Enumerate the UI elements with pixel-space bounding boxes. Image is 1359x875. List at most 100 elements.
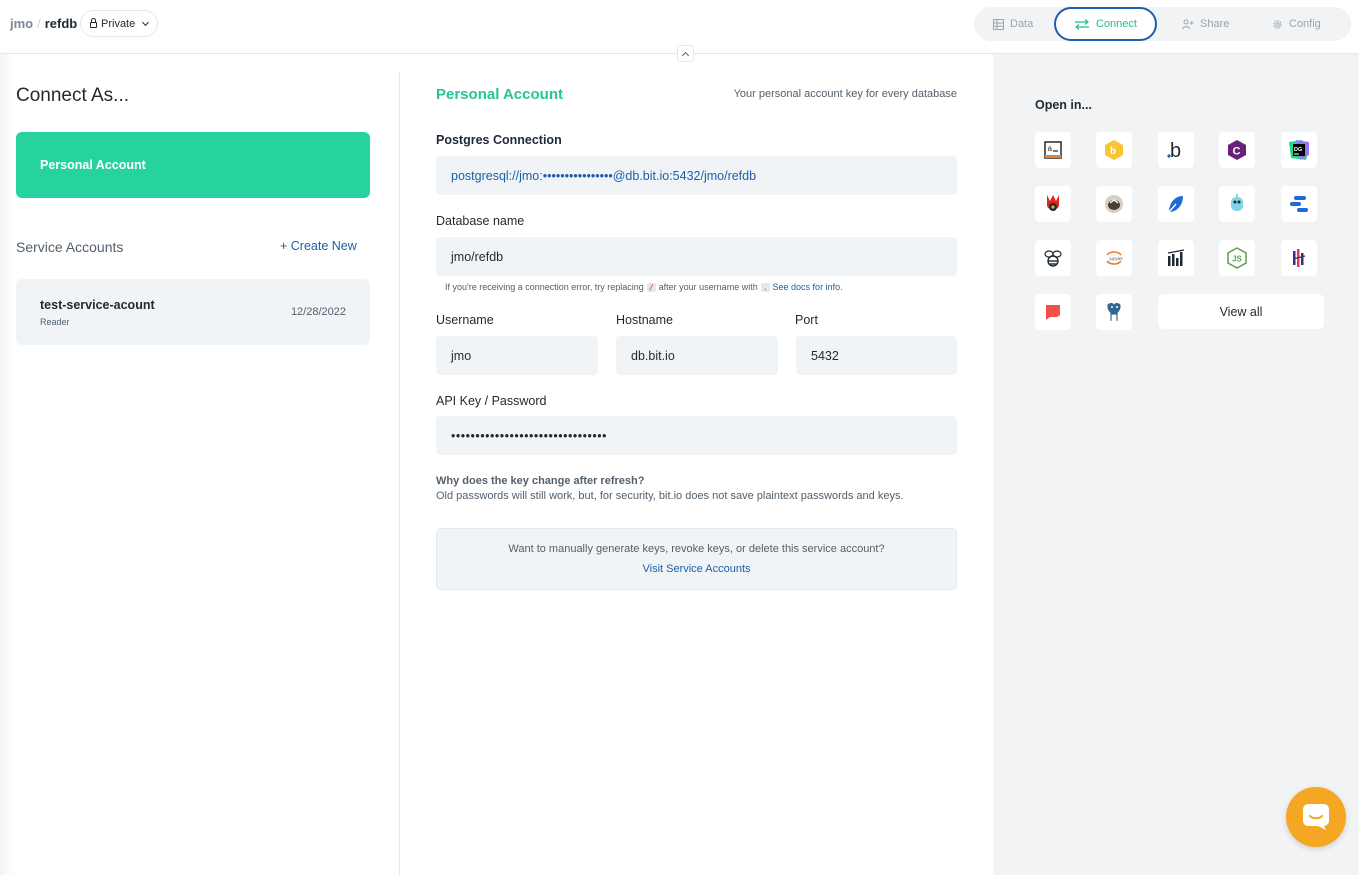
service-account-card[interactable]: test-service-acount Reader 12/28/2022 [16, 279, 370, 345]
tool-nodejs[interactable]: JS [1219, 240, 1255, 276]
port-field[interactable]: 5432 [796, 336, 957, 375]
hint-prefix: If you're receiving a connection error, … [445, 282, 644, 292]
terminal-a-icon: a [1044, 141, 1062, 159]
elephant-robot-icon [1231, 194, 1243, 211]
view-all-button[interactable]: View all [1158, 294, 1324, 329]
service-account-role: Reader [40, 317, 70, 327]
username-field[interactable]: jmo [436, 336, 598, 375]
tool-blue-shape[interactable] [1158, 186, 1194, 222]
hint-middle: after your username with [658, 282, 758, 292]
connect-arrows-icon [1075, 18, 1089, 30]
tool-bar-chart[interactable] [1158, 240, 1194, 276]
svg-text:DG: DG [1294, 147, 1302, 153]
hint-code-dot: . [760, 282, 770, 292]
tool-badger[interactable] [1096, 186, 1132, 222]
breadcrumb-repo[interactable]: refdb [45, 16, 78, 31]
tool-grafana-bars[interactable] [1281, 240, 1317, 276]
blue-shape-icon [1168, 196, 1183, 213]
svg-text:b: b [1110, 146, 1116, 157]
tab-data[interactable]: Data [993, 7, 1033, 41]
tab-share-label: Share [1200, 18, 1230, 30]
gear-icon [1273, 19, 1282, 29]
see-docs-link[interactable]: See docs for info. [773, 282, 843, 292]
database-name-field[interactable]: jmo/refdb [436, 237, 957, 276]
account-subtitle: Your personal account key for every data… [733, 88, 957, 100]
table-icon [993, 18, 1004, 30]
svg-text:C: C [1233, 146, 1241, 158]
personal-account-card[interactable]: Personal Account [16, 132, 370, 198]
api-key-label: API Key / Password [436, 394, 547, 408]
api-key-field[interactable]: •••••••••••••••••••••••••••••••• [436, 416, 957, 455]
share-icon [1182, 19, 1194, 29]
svg-text:b: b [1170, 140, 1181, 161]
chevron-down-icon [142, 18, 150, 26]
svg-text:jupyter: jupyter [1109, 256, 1124, 261]
bumblebee-b-icon: b [1105, 140, 1123, 160]
nodejs-icon: JS [1227, 247, 1247, 269]
personal-account-label: Personal Account [40, 158, 146, 172]
bee-icon [1044, 250, 1062, 267]
jupyter-icon: jupyter [1106, 251, 1124, 265]
datagrip-icon: DG [1289, 140, 1309, 160]
tool-postgres[interactable] [1096, 294, 1132, 330]
postgres-elephant-icon [1106, 302, 1122, 322]
connection-error-hint: If you're receiving a connection error, … [445, 282, 843, 292]
chat-icon [1303, 804, 1329, 830]
tab-data-label: Data [1010, 18, 1034, 30]
tool-bit-io[interactable]: b [1158, 132, 1194, 168]
tool-c-hex[interactable]: C [1219, 132, 1255, 168]
tab-config-label: Config [1289, 18, 1321, 30]
tab-share[interactable]: Share [1182, 7, 1229, 41]
bit-b-icon: b [1167, 140, 1181, 161]
tab-connect[interactable]: Connect [1054, 7, 1157, 41]
service-accounts-heading: Service Accounts [16, 239, 124, 255]
tab-connect-label: Connect [1096, 18, 1137, 30]
hostname-field[interactable]: db.bit.io [616, 336, 778, 375]
svg-text:a: a [1048, 144, 1053, 153]
hostname-label: Hostname [616, 313, 673, 327]
bars-icon [1290, 196, 1308, 212]
key-change-question: Why does the key change after refresh? [436, 475, 645, 487]
speech-bubble-icon [1046, 305, 1060, 320]
hex-hand-icon [1047, 195, 1059, 211]
connect-as-title: Connect As... [16, 85, 130, 106]
open-in-panel: Open in... a b b C DG jupyter JS View al… [993, 54, 1359, 875]
privacy-dropdown[interactable]: Private [80, 10, 159, 37]
open-in-title: Open in... [1035, 98, 1092, 112]
account-title: Personal Account [436, 86, 563, 103]
breadcrumb: jmo / refdb [10, 16, 77, 31]
hint-code-slash: / [646, 282, 656, 292]
service-account-name: test-service-acount [40, 298, 155, 312]
username-label: Username [436, 313, 494, 327]
tool-jupyter[interactable]: jupyter [1096, 240, 1132, 276]
collapse-header-button[interactable] [677, 45, 694, 62]
breadcrumb-owner[interactable]: jmo [10, 16, 33, 31]
tool-bee[interactable] [1035, 240, 1071, 276]
tab-config[interactable]: Config [1272, 7, 1321, 41]
tool-bars[interactable] [1281, 186, 1317, 222]
badger-icon [1105, 195, 1123, 213]
breadcrumb-separator: / [37, 16, 41, 31]
tool-bumblebee[interactable]: b [1096, 132, 1132, 168]
c-hexagon-icon: C [1228, 140, 1246, 160]
svg-text:JS: JS [1232, 255, 1242, 264]
tool-terminal-a[interactable]: a [1035, 132, 1071, 168]
chevron-up-icon [681, 51, 690, 59]
chat-support-button[interactable] [1286, 787, 1346, 847]
grafana-bars-icon [1292, 249, 1306, 267]
tool-elephant-robot[interactable] [1219, 186, 1255, 222]
postgres-connection-field[interactable]: postgresql://jmo:••••••••••••••••@db.bit… [436, 156, 957, 195]
key-change-explanation: Old passwords will still work, but, for … [436, 490, 904, 502]
notice-text: Want to manually generate keys, revoke k… [508, 543, 885, 555]
create-new-service-account-link[interactable]: + Create New [280, 239, 357, 253]
connection-details: Personal Account Your personal account k… [436, 72, 957, 672]
tool-speech-bubble[interactable] [1035, 294, 1071, 330]
service-accounts-notice: Want to manually generate keys, revoke k… [436, 528, 957, 590]
postgres-connection-label: Postgres Connection [436, 133, 562, 147]
view-tabs: Data Connect Share Config [974, 7, 1351, 41]
tool-datagrip[interactable]: DG [1281, 132, 1317, 168]
visit-service-accounts-link[interactable]: Visit Service Accounts [437, 563, 956, 575]
database-name-label: Database name [436, 214, 525, 228]
service-account-date: 12/28/2022 [290, 306, 346, 318]
tool-hex-hand[interactable] [1035, 186, 1071, 222]
